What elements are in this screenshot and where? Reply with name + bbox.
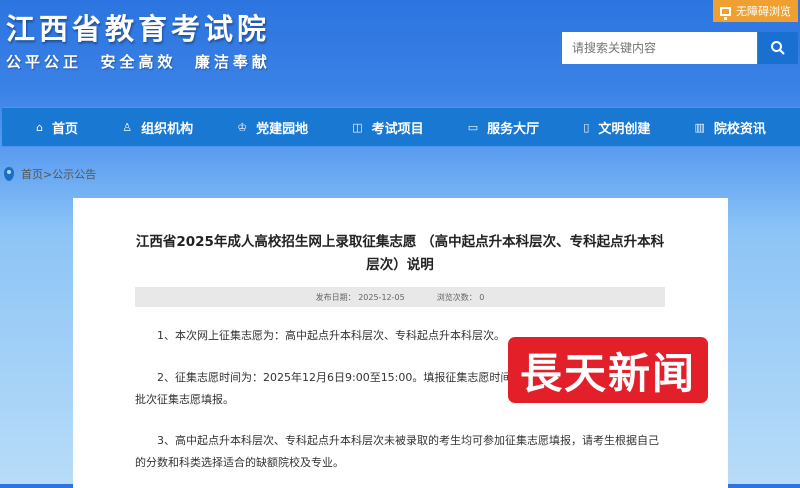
search-icon <box>771 41 785 55</box>
org-icon: ♙ <box>122 120 133 134</box>
location-pin-icon <box>4 167 14 181</box>
search-input[interactable] <box>562 32 757 64</box>
home-icon: ⌂ <box>36 120 44 134</box>
nav-label: 组织机构 <box>141 121 194 137</box>
monitor-icon <box>720 6 731 20</box>
book-icon: ◫ <box>352 120 363 134</box>
nav-label: 党建园地 <box>256 121 309 137</box>
nav-exams[interactable]: ◫ 考试项目 <box>352 108 423 146</box>
accessibility-button[interactable]: 无障碍浏览 <box>713 0 798 22</box>
view-count: 浏览次数： 0 <box>436 292 485 302</box>
nav-label: 首页 <box>52 121 79 137</box>
accessibility-label: 无障碍浏览 <box>736 5 791 18</box>
watermark-logo: 長天新闻 <box>508 337 708 403</box>
breadcrumb-text[interactable]: 首页>公示公告 <box>21 166 96 182</box>
site-title: 江西省教育考试院 <box>6 12 271 46</box>
search-button[interactable] <box>758 32 798 64</box>
nav-colleges[interactable]: ▥ 院校资讯 <box>695 108 766 146</box>
nav-civilization[interactable]: ▯ 文明创建 <box>583 108 650 146</box>
nav-label: 文明创建 <box>598 121 651 137</box>
paragraph: 3、高中起点升本科层次、专科起点升本科层次未被录取的考生均可参加征集志愿填报，请… <box>135 434 659 469</box>
nav-home[interactable]: ⌂ 首页 <box>36 108 78 146</box>
nav-party[interactable]: ♔ 党建园地 <box>237 108 308 146</box>
nav-service[interactable]: ▭ 服务大厅 <box>468 108 539 146</box>
nav-label: 考试项目 <box>371 121 424 137</box>
nav-label: 院校资讯 <box>713 121 766 137</box>
main-nav: ⌂ 首页 ♙ 组织机构 ♔ 党建园地 ◫ 考试项目 ▭ 服务大厅 ▯ 文明创建 ▥ 院校资讯 <box>2 107 800 147</box>
nav-label: 服务大厅 <box>487 121 540 137</box>
chat-icon: ▭ <box>467 120 479 134</box>
document-icon: ▥ <box>694 120 705 134</box>
party-icon: ♔ <box>237 120 248 134</box>
nav-organization[interactable]: ♙ 组织机构 <box>122 108 193 146</box>
tablet-icon: ▯ <box>583 120 590 134</box>
breadcrumb: 首页>公示公告 <box>4 166 96 182</box>
site-slogan: 公平公正 安全高效 廉洁奉献 <box>6 53 271 71</box>
article-meta: 发布日期： 2025-12-05 浏览次数： 0 <box>135 287 665 307</box>
publish-date: 发布日期： 2025-12-05 <box>315 292 405 302</box>
article-title: 江西省2025年成人高校招生网上录取征集志愿 （高中起点升本科层次、专科起点升本… <box>135 234 665 273</box>
